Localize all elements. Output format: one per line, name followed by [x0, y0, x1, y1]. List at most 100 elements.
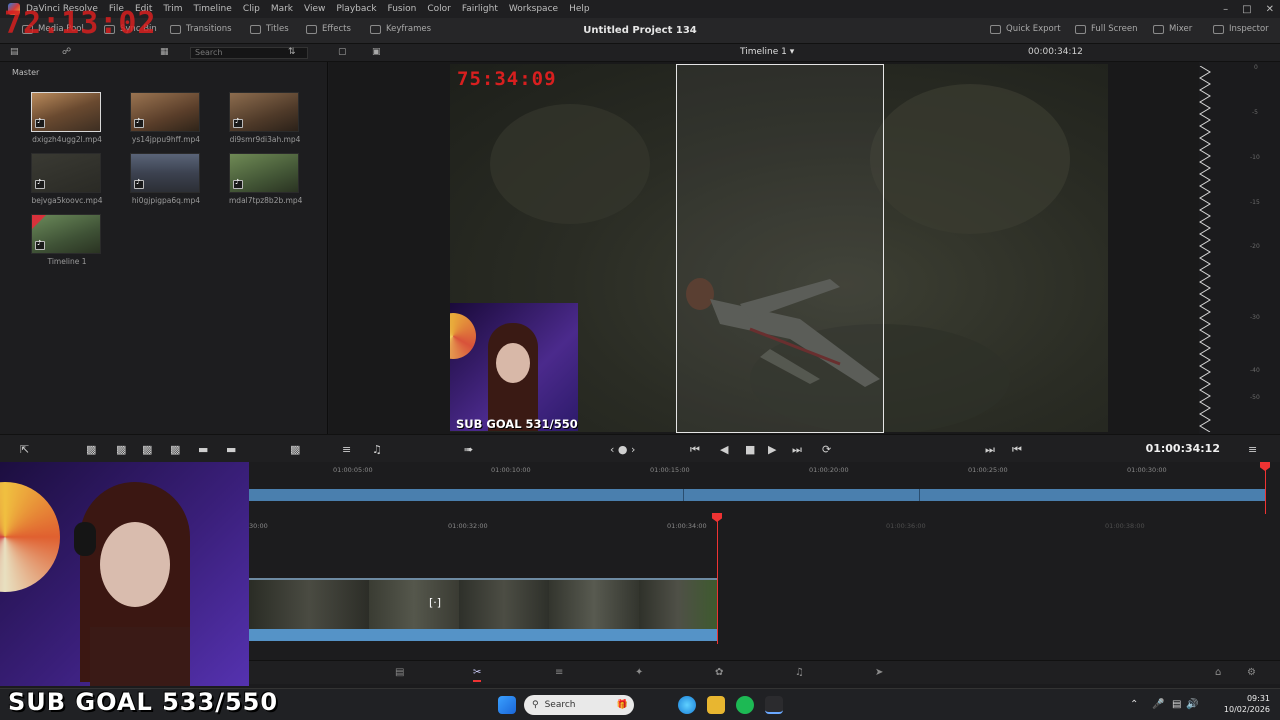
viewer-layout-icon[interactable]: ▢ — [338, 47, 347, 57]
list-view-icon[interactable]: ▤ — [10, 47, 19, 57]
clip-mode-icon[interactable]: ▩ — [290, 443, 300, 456]
go-to-end-icon[interactable]: ⏭ — [792, 443, 802, 457]
speaker-icon[interactable]: 🔊 — [1186, 699, 1198, 710]
clip-name: Timeline 1 — [47, 257, 87, 266]
link-icon[interactable]: ☍ — [62, 47, 71, 57]
overview-track[interactable] — [249, 489, 1266, 501]
insert-icon[interactable]: ▩ — [86, 443, 96, 456]
project-title: Untitled Project 134 — [583, 25, 697, 36]
edit-point-icon[interactable]: [·] — [429, 596, 441, 609]
viewer-mode-icon[interactable]: ▣ — [372, 47, 381, 57]
microphone-icon[interactable]: 🎤 — [1152, 699, 1164, 710]
menu-trim[interactable]: Trim — [163, 4, 182, 14]
audio-waveform-strip — [1199, 66, 1211, 432]
davinci-taskbar-icon[interactable] — [765, 696, 783, 714]
media-clip[interactable]: di9smr9di3ah.mp4 — [229, 92, 301, 144]
deliver-page-icon[interactable]: ➤ — [875, 667, 883, 678]
file-explorer-icon[interactable] — [707, 696, 725, 714]
jog-control-icon[interactable]: ‹ ● › — [610, 443, 635, 456]
audio-clip-track[interactable] — [249, 629, 717, 641]
home-icon[interactable]: ⌂ — [1215, 667, 1221, 678]
lower-timeline-ruler[interactable]: 30:00 01:00:32:00 01:00:34:00 01:00:36:00 01… — [249, 518, 1280, 532]
settings-sliders-icon[interactable]: ≡ — [342, 443, 351, 456]
close-icon[interactable]: ✕ — [1266, 4, 1274, 15]
taskbar-clock[interactable]: 09:31 10/02/2026 — [1224, 693, 1270, 715]
menu-workspace[interactable]: Workspace — [509, 4, 558, 14]
audio-icon[interactable]: ♫ — [372, 443, 382, 456]
previous-clip-icon[interactable]: ⏮ — [1012, 443, 1022, 457]
menu-playback[interactable]: Playback — [336, 4, 376, 14]
edit-page-icon[interactable]: ≡ — [555, 667, 563, 678]
selection-tool-icon[interactable]: ⇱ — [20, 443, 29, 456]
streamer — [74, 482, 200, 686]
loop-icon[interactable]: ⟳ — [822, 443, 831, 456]
next-clip-icon[interactable]: ⏭ — [985, 443, 995, 457]
play-reverse-icon[interactable]: ◀ — [720, 443, 728, 456]
ruler-tick-label: 01:00:25:00 — [968, 466, 1008, 474]
transitions-button[interactable]: Transitions — [170, 24, 232, 34]
media-clip[interactable]: mdal7tpz8b2b.mp4 — [229, 153, 302, 205]
playhead[interactable] — [717, 514, 718, 644]
crop-safe-area-box[interactable] — [676, 64, 884, 433]
edge-browser-icon[interactable] — [678, 696, 696, 714]
minimize-icon[interactable]: – — [1223, 4, 1228, 15]
timeline-clip[interactable]: Timeline 1 — [31, 214, 103, 266]
menu-clip[interactable]: Clip — [243, 4, 260, 14]
keyframes-button[interactable]: Keyframes — [370, 24, 431, 34]
media-clip[interactable]: bejvga5koovc.mp4 — [31, 153, 103, 205]
taskbar-search[interactable]: ⚲ Search 🎁 — [524, 695, 634, 715]
full-screen-button[interactable]: Full Screen — [1075, 24, 1137, 34]
timeline-selector[interactable]: Timeline 1 ▾ — [740, 47, 794, 57]
go-to-start-icon[interactable]: ⏮ — [690, 443, 700, 457]
overwrite-icon[interactable]: ▩ — [116, 443, 126, 456]
upper-timeline-ruler[interactable]: 01:00:05:00 01:00:10:00 01:00:15:00 01:00:2… — [249, 464, 1280, 476]
menu-mark[interactable]: Mark — [271, 4, 293, 14]
menu-fairlight[interactable]: Fairlight — [462, 4, 498, 14]
media-clip[interactable]: ys14jppu9hff.mp4 — [130, 92, 202, 144]
titles-button[interactable]: Titles — [250, 24, 289, 34]
quick-export-button[interactable]: Quick Export — [990, 24, 1061, 34]
sort-icon[interactable]: ⇅ — [288, 47, 296, 57]
timeline-icon — [35, 239, 45, 250]
menu-color[interactable]: Color — [427, 4, 451, 14]
spotify-icon[interactable] — [736, 696, 754, 714]
place-on-top-icon[interactable]: ▩ — [170, 443, 180, 456]
video-clip-track[interactable]: [·] — [249, 578, 717, 630]
options-menu-icon[interactable]: ≡ — [1248, 443, 1257, 456]
settings-gear-icon[interactable]: ⚙ — [1247, 667, 1256, 678]
media-clip[interactable]: hi0gjpigpa6q.mp4 — [130, 153, 202, 205]
fusion-page-icon[interactable]: ✦ — [635, 667, 643, 678]
ripple-icon[interactable]: ▬ — [226, 443, 236, 456]
full-screen-icon — [1075, 24, 1086, 34]
cut-page-icon[interactable]: ✂ — [473, 667, 482, 682]
menu-fusion[interactable]: Fusion — [388, 4, 417, 14]
mixer-button[interactable]: Mixer — [1153, 24, 1192, 34]
media-clip[interactable]: dxigzh4ugg2l.mp4 — [31, 92, 103, 144]
effects-icon — [306, 24, 317, 34]
bin-master[interactable]: Master — [12, 68, 39, 77]
maximize-icon[interactable]: □ — [1242, 4, 1251, 15]
play-icon[interactable]: ▶ — [768, 443, 776, 456]
meter-tick: -10 — [1250, 154, 1260, 161]
viewer-sub-goal: SUB GOAL 531/550 — [456, 417, 578, 431]
viewer-timecode: 00:00:34:12 — [1028, 47, 1083, 57]
color-page-icon[interactable]: ✿ — [715, 667, 723, 678]
ruler-tick-label: 01:00:05:00 — [333, 466, 373, 474]
replace-icon[interactable]: ▩ — [142, 443, 152, 456]
append-icon[interactable]: ▬ — [198, 443, 208, 456]
monitor-icon[interactable]: ▤ — [1172, 699, 1181, 710]
inspector-button[interactable]: Inspector — [1213, 24, 1269, 34]
stop-icon[interactable]: ■ — [745, 443, 755, 456]
windows-start-icon[interactable] — [498, 696, 516, 714]
effects-button[interactable]: Effects — [306, 24, 351, 34]
fairlight-page-icon[interactable]: ♫ — [795, 667, 804, 678]
menu-timeline[interactable]: Timeline — [194, 4, 232, 14]
forward-arrow-icon[interactable]: ➠ — [464, 443, 473, 456]
menu-help[interactable]: Help — [569, 4, 590, 14]
chevron-up-icon[interactable]: ⌃ — [1130, 699, 1138, 710]
menu-view[interactable]: View — [304, 4, 325, 14]
media-page-icon[interactable]: ▤ — [395, 667, 404, 678]
grid-view-icon[interactable]: ▦ — [160, 47, 169, 57]
meter-tick: -50 — [1250, 394, 1260, 401]
ruler-tick-label: 01:00:34:00 — [667, 522, 707, 530]
